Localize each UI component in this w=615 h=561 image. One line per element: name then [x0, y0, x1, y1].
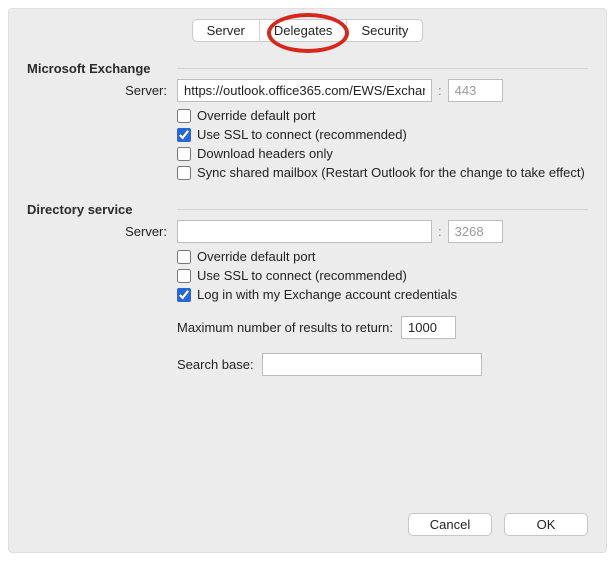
divider [177, 209, 588, 210]
tab-delegates[interactable]: Delegates [259, 20, 347, 41]
exchange-use-ssl[interactable]: Use SSL to connect (recommended) [177, 127, 588, 142]
exchange-download-headers[interactable]: Download headers only [177, 146, 588, 161]
exchange-sync-shared-label: Sync shared mailbox (Restart Outlook for… [197, 165, 585, 180]
exchange-override-port[interactable]: Override default port [177, 108, 588, 123]
directory-server-input[interactable] [177, 220, 432, 243]
exchange-server-input[interactable] [177, 79, 432, 102]
exchange-use-ssl-checkbox[interactable] [177, 128, 191, 142]
max-results-input[interactable] [401, 316, 456, 339]
directory-use-ssl[interactable]: Use SSL to connect (recommended) [177, 268, 588, 283]
tab-security[interactable]: Security [346, 20, 422, 41]
directory-login-exchange[interactable]: Log in with my Exchange account credenti… [177, 287, 588, 302]
directory-use-ssl-checkbox[interactable] [177, 269, 191, 283]
exchange-sync-shared[interactable]: Sync shared mailbox (Restart Outlook for… [177, 165, 588, 180]
directory-override-port-label: Override default port [197, 249, 316, 264]
directory-port-input[interactable] [448, 220, 503, 243]
directory-login-exchange-label: Log in with my Exchange account credenti… [197, 287, 457, 302]
search-base-label: Search base: [177, 357, 254, 372]
content: Microsoft Exchange Server: : Override de… [27, 31, 588, 376]
exchange-override-port-checkbox[interactable] [177, 109, 191, 123]
exchange-override-port-label: Override default port [197, 108, 316, 123]
exchange-port-input[interactable] [448, 79, 503, 102]
directory-use-ssl-label: Use SSL to connect (recommended) [197, 268, 407, 283]
directory-override-port[interactable]: Override default port [177, 249, 588, 264]
divider [177, 68, 588, 69]
directory-login-exchange-checkbox[interactable] [177, 288, 191, 302]
tab-server[interactable]: Server [193, 20, 259, 41]
exchange-sync-shared-checkbox[interactable] [177, 166, 191, 180]
exchange-download-headers-checkbox[interactable] [177, 147, 191, 161]
ok-button[interactable]: OK [504, 513, 588, 536]
exchange-use-ssl-label: Use SSL to connect (recommended) [197, 127, 407, 142]
exchange-download-headers-label: Download headers only [197, 146, 333, 161]
port-separator: : [438, 83, 442, 98]
settings-panel: Server Delegates Security Microsoft Exch… [8, 8, 607, 553]
port-separator: : [438, 224, 442, 239]
directory-server-label: Server: [27, 224, 177, 239]
search-base-input[interactable] [262, 353, 482, 376]
tab-bar: Server Delegates Security [192, 19, 424, 42]
exchange-server-label: Server: [27, 83, 177, 98]
dialog-buttons: Cancel OK [408, 513, 588, 536]
cancel-button[interactable]: Cancel [408, 513, 492, 536]
directory-override-port-checkbox[interactable] [177, 250, 191, 264]
max-results-label: Maximum number of results to return: [177, 320, 393, 335]
